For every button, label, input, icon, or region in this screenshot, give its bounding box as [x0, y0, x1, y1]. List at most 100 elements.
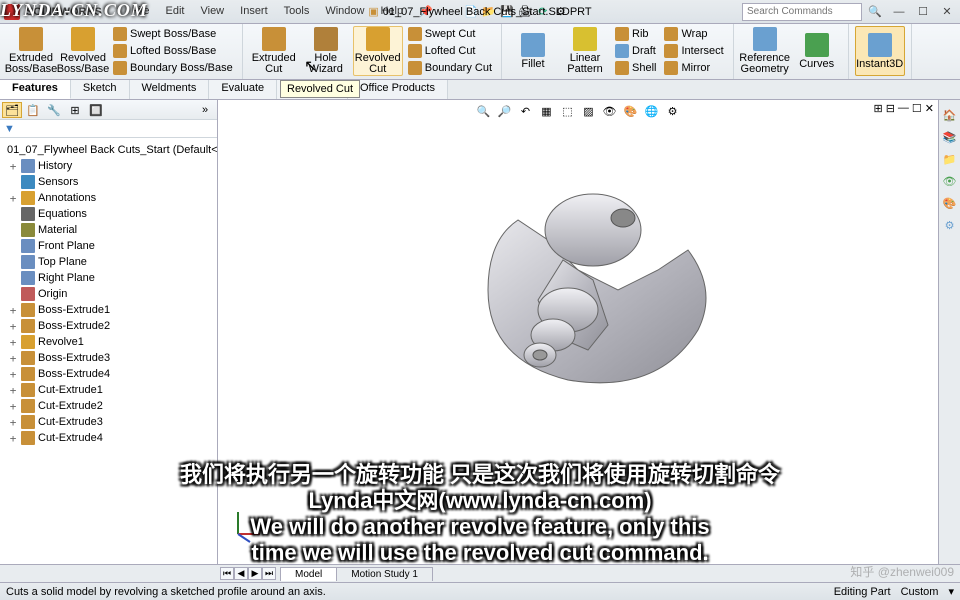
tree-item[interactable]: +Cut-Extrude3	[2, 414, 215, 430]
prev-view-icon[interactable]: ↶	[517, 102, 535, 120]
revolved-cut-button[interactable]: Revolved Cut	[353, 26, 403, 76]
tree-item[interactable]: +Boss-Extrude2	[2, 318, 215, 334]
hide-show-icon[interactable]: 👁	[601, 102, 619, 120]
view-orientation-icon[interactable]: ⬚	[559, 102, 577, 120]
search-commands-input[interactable]	[742, 3, 862, 21]
expand-icon[interactable]: +	[8, 320, 18, 333]
tree-item[interactable]: Sensors	[2, 174, 215, 190]
tab-sketch[interactable]: Sketch	[71, 80, 130, 99]
linear-pattern-button[interactable]: Linear Pattern	[560, 26, 610, 76]
extruded-boss-button[interactable]: Extruded Boss/Base	[6, 26, 56, 76]
expand-icon[interactable]: +	[8, 336, 18, 349]
taskpane-custom-icon[interactable]: ⚙	[941, 216, 959, 234]
3d-viewport[interactable]: 🔍 🔎 ↶ ▦ ⬚ ▨ 👁 🎨 🌐 ⚙ ⊞ ⊟ ― ☐ ✕	[218, 100, 938, 564]
curves-button[interactable]: Curves	[792, 26, 842, 76]
tree-item[interactable]: Right Plane	[2, 270, 215, 286]
rib-button[interactable]: Rib	[612, 26, 659, 42]
tree-item[interactable]: +Boss-Extrude1	[2, 302, 215, 318]
swept-boss-button[interactable]: Swept Boss/Base	[110, 26, 236, 42]
swept-cut-button[interactable]: Swept Cut	[405, 26, 495, 42]
zoom-fit-icon[interactable]: 🔍	[475, 102, 493, 120]
wrap-button[interactable]: Wrap	[661, 26, 726, 42]
lofted-cut-button[interactable]: Lofted Cut	[405, 43, 495, 59]
taskpane-library-icon[interactable]: 📚	[941, 128, 959, 146]
fm-tab4-icon[interactable]: ⊞	[65, 102, 85, 118]
tree-item[interactable]: +Cut-Extrude4	[2, 430, 215, 446]
zoom-area-icon[interactable]: 🔎	[496, 102, 514, 120]
apply-scene-icon[interactable]: 🌐	[643, 102, 661, 120]
status-units[interactable]: Custom	[901, 586, 939, 598]
expand-icon[interactable]: +	[8, 192, 18, 205]
boundary-cut-button[interactable]: Boundary Cut	[405, 60, 495, 76]
intersect-button[interactable]: Intersect	[661, 43, 726, 59]
expand-icon[interactable]	[8, 288, 18, 301]
tab-evaluate[interactable]: Evaluate	[209, 80, 277, 99]
fm-tab1-icon[interactable]: 🗂	[2, 102, 22, 118]
extruded-cut-button[interactable]: Extruded Cut	[249, 26, 299, 76]
taskpane-explorer-icon[interactable]: 📁	[941, 150, 959, 168]
tree-item[interactable]: +Cut-Extrude1	[2, 382, 215, 398]
tree-item[interactable]: +Boss-Extrude4	[2, 366, 215, 382]
tab-scroll-next-icon[interactable]: ▶	[248, 567, 262, 580]
status-icon[interactable]: ▾	[948, 585, 954, 598]
tree-item[interactable]: Equations	[2, 206, 215, 222]
lofted-boss-button[interactable]: Lofted Boss/Base	[110, 43, 236, 59]
fm-tab2-icon[interactable]: 📋	[23, 102, 43, 118]
expand-icon[interactable]	[8, 208, 18, 221]
tab-model[interactable]: Model	[280, 567, 337, 581]
fm-tab5-icon[interactable]: 🔲	[86, 102, 106, 118]
tree-item[interactable]: +Boss-Extrude3	[2, 350, 215, 366]
vp-close-icon[interactable]: ✕	[925, 102, 934, 115]
fillet-button[interactable]: Fillet	[508, 26, 558, 76]
display-style-icon[interactable]: ▨	[580, 102, 598, 120]
tab-features[interactable]: Features	[0, 80, 71, 99]
fm-collapse-icon[interactable]: »	[195, 102, 215, 118]
shell-button[interactable]: Shell	[612, 60, 659, 76]
expand-icon[interactable]	[8, 224, 18, 237]
expand-icon[interactable]: +	[8, 416, 18, 429]
tab-scroll-prev-icon[interactable]: ◀	[234, 567, 248, 580]
tree-item[interactable]: +Annotations	[2, 190, 215, 206]
section-view-icon[interactable]: ▦	[538, 102, 556, 120]
boundary-boss-button[interactable]: Boundary Boss/Base	[110, 60, 236, 76]
vp-btn1-icon[interactable]: ⊞	[873, 102, 882, 115]
menu-tools[interactable]: Tools	[278, 3, 316, 20]
menu-window[interactable]: Window	[319, 3, 370, 20]
menu-edit[interactable]: Edit	[160, 3, 191, 20]
expand-icon[interactable]	[8, 256, 18, 269]
tree-item[interactable]: +History	[2, 158, 215, 174]
vp-btn2-icon[interactable]: ⊟	[886, 102, 895, 115]
view-settings-icon[interactable]: ⚙	[664, 102, 682, 120]
revolved-boss-button[interactable]: Revolved Boss/Base	[58, 26, 108, 76]
expand-icon[interactable]	[8, 272, 18, 285]
expand-icon[interactable]: +	[8, 400, 18, 413]
reference-geometry-button[interactable]: Reference Geometry	[740, 26, 790, 76]
expand-icon[interactable]: +	[8, 304, 18, 317]
tree-item[interactable]: Top Plane	[2, 254, 215, 270]
draft-button[interactable]: Draft	[612, 43, 659, 59]
taskpane-view-icon[interactable]: 👁	[941, 172, 959, 190]
feature-tree[interactable]: 01_07_Flywheel Back Cuts_Start (Default<…	[0, 138, 217, 564]
expand-icon[interactable]	[8, 240, 18, 253]
fm-tab3-icon[interactable]: 🔧	[44, 102, 64, 118]
tree-item[interactable]: Material	[2, 222, 215, 238]
tab-weldments[interactable]: Weldments	[130, 80, 210, 99]
mirror-button[interactable]: Mirror	[661, 60, 726, 76]
menu-view[interactable]: View	[194, 3, 230, 20]
menu-insert[interactable]: Insert	[234, 3, 274, 20]
expand-icon[interactable]: +	[8, 160, 18, 173]
tab-motion-study[interactable]: Motion Study 1	[336, 567, 433, 581]
vp-max-icon[interactable]: ☐	[912, 102, 922, 115]
tree-item[interactable]: +Revolve1	[2, 334, 215, 350]
expand-icon[interactable]: +	[8, 352, 18, 365]
tab-office-products[interactable]: Office Products	[348, 80, 448, 99]
tree-item[interactable]: Front Plane	[2, 238, 215, 254]
filter-icon[interactable]: ▼	[4, 123, 15, 135]
expand-icon[interactable]: +	[8, 368, 18, 381]
minimize-icon[interactable]: ―	[888, 4, 910, 20]
tab-scroll-last-icon[interactable]: ⏭	[262, 567, 276, 580]
expand-icon[interactable]	[8, 176, 18, 189]
edit-appearance-icon[interactable]: 🎨	[622, 102, 640, 120]
tab-scroll-first-icon[interactable]: ⏮	[220, 567, 234, 580]
expand-icon[interactable]: +	[8, 432, 18, 445]
